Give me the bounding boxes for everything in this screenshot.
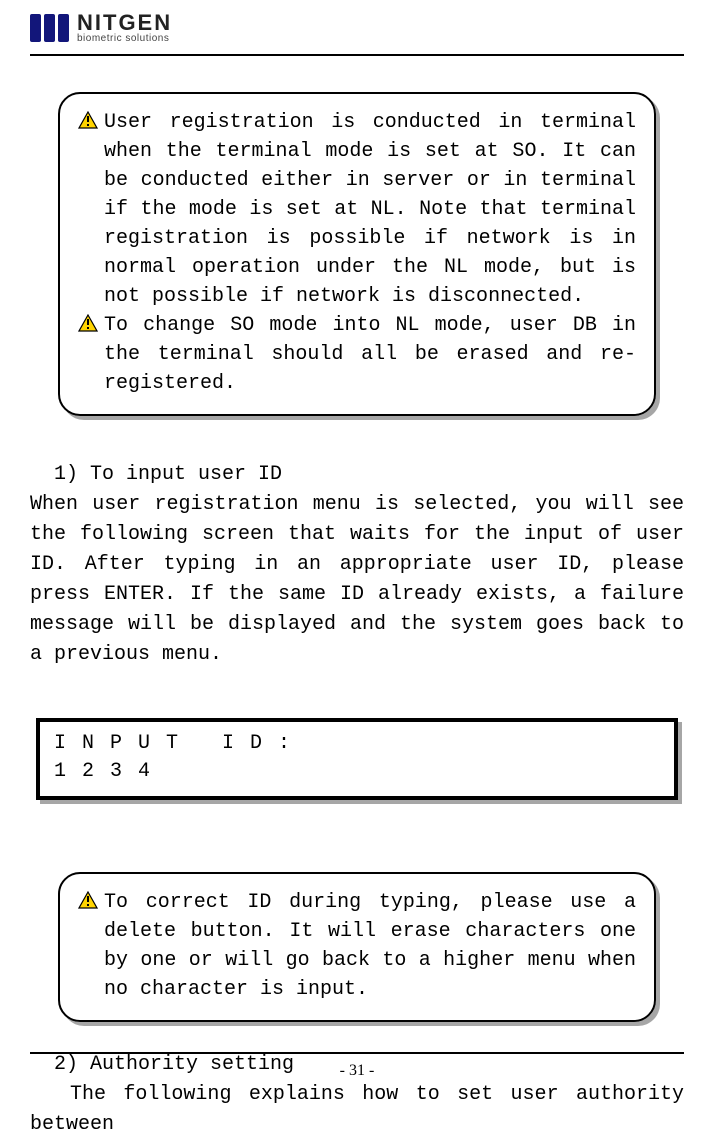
page-number: - 31 -: [340, 1062, 375, 1079]
section-body: When user registration menu is selected,…: [30, 490, 684, 670]
warning-text: To change SO mode into NL mode, user DB …: [104, 311, 636, 398]
section-body: The following explains how to set user a…: [30, 1080, 684, 1140]
section-input-user-id: 1) To input user ID When user registrati…: [30, 460, 684, 670]
caution-icon: [78, 111, 98, 129]
caution-icon: [78, 891, 98, 909]
warning-text: User registration is conducted in termin…: [104, 108, 636, 311]
lcd-display: INPUT ID: 1234: [36, 718, 678, 800]
brand-tagline: biometric solutions: [77, 34, 172, 44]
warning-box-registration: User registration is conducted in termin…: [58, 92, 656, 416]
lcd-line-1: INPUT ID:: [54, 730, 660, 758]
page-content: User registration is conducted in termin…: [30, 56, 684, 1140]
warning-text: To correct ID during typing, please use …: [104, 888, 636, 1004]
section-title: 1) To input user ID: [30, 460, 684, 490]
page-header: NITGEN biometric solutions: [30, 0, 684, 56]
warning-item: To correct ID during typing, please use …: [78, 888, 636, 1004]
brand-name: NITGEN: [77, 12, 172, 34]
warning-box-delete: To correct ID during typing, please use …: [58, 872, 656, 1022]
page-footer: - 31 -: [30, 1052, 684, 1080]
warning-item: To change SO mode into NL mode, user DB …: [78, 311, 636, 398]
lcd-line-2: 1234: [54, 758, 660, 786]
logo-icon: [30, 14, 69, 42]
logo-text: NITGEN biometric solutions: [77, 12, 172, 44]
caution-icon: [78, 314, 98, 332]
warning-item: User registration is conducted in termin…: [78, 108, 636, 311]
